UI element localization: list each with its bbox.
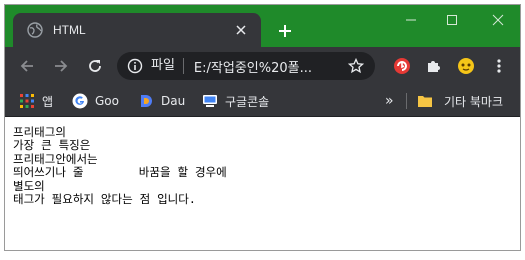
maximize-button[interactable] <box>429 5 475 35</box>
bookmark-label: 기타 북마크 <box>444 94 504 109</box>
chevron-double-right-icon: » <box>385 93 394 109</box>
toolbar: 파일 E:/작업중인%20폴... <box>5 47 520 85</box>
avatar <box>458 58 474 74</box>
maximize-icon <box>447 15 457 25</box>
site-chip[interactable]: 파일 <box>151 58 184 74</box>
bookmark-google[interactable]: Goo <box>72 91 119 111</box>
arrow-right-icon <box>55 60 68 72</box>
tab-title: HTML <box>53 23 86 37</box>
kebab-menu-icon <box>497 59 501 73</box>
text-line: 띄어쓰기나 줄 바꿈을 할 경우에 <box>13 165 227 180</box>
bookmark-other[interactable]: 기타 북마크 <box>417 91 503 111</box>
back-button[interactable] <box>14 53 40 79</box>
browser-window: HTML 파일 E:/작업중인%20폴... 앱 Goo Dau 구글콘솔 » … <box>4 4 521 251</box>
daum-icon <box>138 93 154 109</box>
bookmark-label: Goo <box>95 94 119 108</box>
bookmark-label: 앱 <box>42 94 54 109</box>
text-line: 별도의 <box>13 178 45 193</box>
text-line: 가장 큰 특징은 <box>13 138 91 153</box>
new-tab-button[interactable] <box>273 19 297 43</box>
bookmark-google-console[interactable]: 구글콘솔 <box>202 91 269 111</box>
text-line: 태그가 필요하지 않다는 점 입니다. <box>13 192 196 207</box>
page-content: 프리태그의 가장 큰 특징은 프리태그안에서는 띄어쓰기나 줄 바꿈을 할 경우… <box>5 117 520 250</box>
bookmark-daum[interactable]: Dau <box>138 91 185 111</box>
text-line: 프리태그의 <box>13 125 66 139</box>
bookmark-label: 구글콘솔 <box>225 94 270 109</box>
google-icon <box>72 93 88 109</box>
bookmarks-bar: 앱 Goo Dau 구글콘솔 » 기타 북마크 <box>5 85 520 117</box>
bookmarks-divider <box>406 93 407 109</box>
extension-red-button[interactable] <box>389 53 415 79</box>
profile-button[interactable] <box>453 53 479 79</box>
puzzle-icon <box>428 61 440 72</box>
folder-icon <box>417 93 433 109</box>
star-icon[interactable] <box>345 55 367 77</box>
address-bar[interactable]: 파일 E:/작업중인%20폴... <box>117 52 375 80</box>
console-icon <box>202 93 218 109</box>
reload-button[interactable] <box>82 53 108 79</box>
close-icon <box>492 14 504 26</box>
tab-html[interactable]: HTML <box>13 13 261 47</box>
bookmarks-overflow-button[interactable]: » <box>385 91 394 111</box>
globe-icon <box>27 22 43 38</box>
forward-button[interactable] <box>48 53 74 79</box>
bookmark-apps[interactable]: 앱 <box>19 91 53 111</box>
preformatted-text: 프리태그의 가장 큰 특징은 프리태그안에서는 띄어쓰기나 줄 바꿈을 할 경우… <box>13 125 227 207</box>
reload-icon <box>89 60 101 72</box>
minimize-button[interactable] <box>388 5 434 35</box>
close-icon[interactable] <box>233 22 249 38</box>
arrow-left-icon <box>20 60 33 72</box>
menu-button[interactable] <box>486 53 512 79</box>
extensions-button[interactable] <box>420 53 446 79</box>
url-text[interactable]: E:/작업중인%20폴... <box>194 57 345 76</box>
apps-grid-icon <box>19 93 35 109</box>
extension-red-icon <box>394 58 410 74</box>
text-line: 프리태그안에서는 <box>13 151 98 166</box>
info-icon[interactable] <box>127 58 143 74</box>
window-close-button[interactable] <box>475 5 520 35</box>
plus-icon <box>279 25 291 37</box>
title-bar: HTML <box>5 5 520 47</box>
minimize-icon <box>406 19 416 21</box>
bookmark-label: Dau <box>161 94 186 108</box>
